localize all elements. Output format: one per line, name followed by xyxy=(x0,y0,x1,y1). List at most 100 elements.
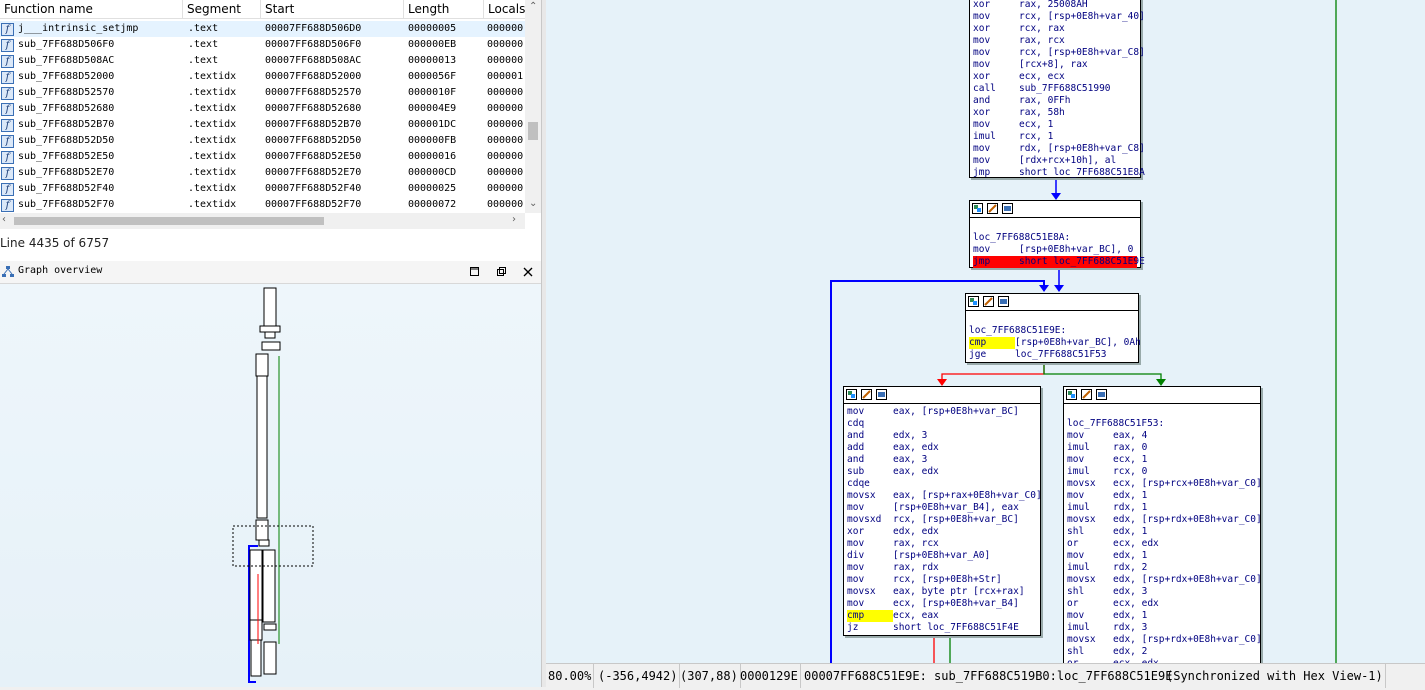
mnemonic[interactable]: imul xyxy=(1067,502,1113,514)
mnemonic[interactable]: movsx xyxy=(1067,514,1113,526)
instruction-line[interactable]: mov ecx, [rsp+0E8h+var_B4] xyxy=(847,598,1037,610)
instruction-line[interactable]: mov rcx, [rsp+0E8h+Str] xyxy=(847,574,1037,586)
block-color-icon[interactable] xyxy=(846,389,857,400)
mnemonic[interactable]: or xyxy=(1067,538,1113,550)
mnemonic[interactable]: xor xyxy=(973,107,1019,119)
mnemonic[interactable]: imul xyxy=(1067,466,1113,478)
operand[interactable]: short loc_7FF688C51F4E xyxy=(893,622,1019,633)
operand[interactable]: [rsp+0E8h+var_B4], eax xyxy=(893,502,1019,513)
instruction-line[interactable]: movsx eax, [rsp+rax+0E8h+var_C0] xyxy=(847,490,1042,502)
mnemonic[interactable]: mov xyxy=(1067,610,1113,622)
operand[interactable]: ecx, edx xyxy=(1113,538,1159,549)
mnemonic[interactable]: cdqe xyxy=(847,478,893,490)
operand[interactable]: [rsp+0E8h+var_A0] xyxy=(893,550,990,561)
operand[interactable]: rcx, rax xyxy=(1019,23,1065,34)
operand[interactable]: rdx, 3 xyxy=(1113,622,1147,633)
mnemonic[interactable]: jge xyxy=(969,349,1015,361)
instruction-line[interactable]: imul rax, 0 xyxy=(1067,442,1257,454)
operand[interactable]: rcx, 1 xyxy=(1019,131,1053,142)
instruction-line[interactable]: mov edx, 1 xyxy=(1067,550,1257,562)
operand[interactable]: [rsp+0E8h+var_BC], 0 xyxy=(1019,244,1133,255)
operand[interactable]: rax, rcx xyxy=(893,538,939,549)
block-rename-icon[interactable] xyxy=(861,389,872,400)
mnemonic[interactable]: movsx xyxy=(1067,574,1113,586)
instruction-line[interactable]: mov rax, rcx xyxy=(847,538,1037,550)
instruction-line[interactable]: orecx, edx xyxy=(1067,538,1257,550)
mnemonic[interactable]: sub xyxy=(847,466,893,478)
operand[interactable]: rcx, [rsp+0E8h+var_C8] xyxy=(1019,47,1145,58)
instruction-line[interactable]: xor rcx, rax xyxy=(973,23,1137,35)
instruction-line[interactable]: movsx edx, [rsp+rdx+0E8h+var_C0] xyxy=(1067,634,1262,646)
table-row[interactable]: f sub_7FF688D52E50 .textidx 00007FF688D52E5… xyxy=(0,149,525,165)
mnemonic[interactable]: jmp xyxy=(973,256,1019,268)
operand[interactable]: rax, 0 xyxy=(1113,442,1147,453)
mnemonic[interactable]: or xyxy=(1067,598,1113,610)
operand[interactable]: rax, rcx xyxy=(1019,35,1065,46)
mnemonic[interactable]: cmp xyxy=(969,337,1015,349)
mnemonic[interactable]: imul xyxy=(1067,442,1113,454)
mnemonic[interactable]: div xyxy=(847,550,893,562)
operand[interactable]: edx, 1 xyxy=(1113,490,1147,501)
close-icon[interactable] xyxy=(523,267,533,277)
operand[interactable]: edx, 2 xyxy=(1113,646,1147,657)
operand[interactable]: eax, byte ptr [rcx+rax] xyxy=(893,586,1025,597)
operand[interactable]: edx, [rsp+rdx+0E8h+var_C0] xyxy=(1113,634,1262,645)
operand[interactable]: ecx, [rsp+0E8h+var_B4] xyxy=(893,598,1019,609)
mnemonic[interactable]: mov xyxy=(847,538,893,550)
mnemonic[interactable]: shl xyxy=(1067,526,1113,538)
operand[interactable]: edx, [rsp+rdx+0E8h+var_C0] xyxy=(1113,514,1262,525)
functions-table[interactable]: Function name Segment Start Length Local… xyxy=(0,0,541,232)
mnemonic[interactable]: imul xyxy=(1067,562,1113,574)
mnemonic[interactable]: mov xyxy=(973,244,1019,256)
operand[interactable]: [rcx+8], rax xyxy=(1019,59,1088,70)
instruction-line[interactable]: and rax, 0FFh xyxy=(973,95,1137,107)
mnemonic[interactable]: mov xyxy=(1067,454,1113,466)
block-compare-loop[interactable]: mov eax, [rsp+0E8h+var_BC] cdq and edx, 3 add… xyxy=(843,386,1042,636)
mnemonic[interactable]: mov xyxy=(973,59,1019,71)
operand[interactable]: edx, 3 xyxy=(1113,586,1147,597)
col-start[interactable]: Start xyxy=(261,0,404,18)
instruction-line[interactable]: call sub_7FF688C51990 xyxy=(973,83,1137,95)
mnemonic[interactable]: and xyxy=(847,430,893,442)
operand[interactable]: eax, edx xyxy=(893,442,939,453)
instruction-line[interactable]: xor rax, 58h xyxy=(973,107,1137,119)
instruction-line[interactable]: mov rax, rcx xyxy=(973,35,1137,47)
mnemonic[interactable]: mov xyxy=(1067,550,1113,562)
instruction-line[interactable]: mov eax, 4 xyxy=(1067,430,1257,442)
mnemonic[interactable]: mov xyxy=(847,502,893,514)
instruction-line[interactable]: xor rax, 25008AH xyxy=(973,0,1137,11)
instruction-line[interactable]: jmp short loc_7FF688C51E8A xyxy=(973,167,1145,179)
mnemonic[interactable]: shl xyxy=(1067,646,1113,658)
operand[interactable]: rcx, [rsp+0E8h+Str] xyxy=(893,574,1002,585)
mnemonic[interactable]: movsx xyxy=(847,490,893,502)
mnemonic[interactable]: xor xyxy=(973,71,1019,83)
instruction-line[interactable]: add eax, edx xyxy=(847,442,1037,454)
mnemonic[interactable]: mov xyxy=(973,119,1019,131)
instruction-line[interactable]: mov edx, 1 xyxy=(1067,490,1257,502)
block-loc-f53[interactable]: loc_7FF688C51F53: mov eax, 4 imul rax, 0 mov e… xyxy=(1063,386,1262,663)
mnemonic[interactable]: movsx xyxy=(847,586,893,598)
mnemonic[interactable]: mov xyxy=(973,143,1019,155)
table-horizontal-scrollbar[interactable]: ‹ › xyxy=(0,213,525,229)
mnemonic[interactable]: imul xyxy=(973,131,1019,143)
operand[interactable]: loc_7FF688C51F53 xyxy=(1015,349,1107,360)
instruction-line[interactable]: shl edx, 2 xyxy=(1067,646,1257,658)
instruction-line[interactable]: movsx ecx, [rsp+rcx+0E8h+var_C0] xyxy=(1067,478,1262,490)
instruction-line[interactable]: xor edx, edx xyxy=(847,526,1037,538)
instruction-line[interactable]: div [rsp+0E8h+var_A0] xyxy=(847,550,1037,562)
mnemonic[interactable]: mov xyxy=(1067,430,1113,442)
instruction-line[interactable]: cmp ecx, eax xyxy=(847,610,1037,622)
block-loc-e8a[interactable]: loc_7FF688C51E8A: mov [rsp+0E8h+var_BC], 0… xyxy=(969,200,1145,268)
operand[interactable]: ecx, edx xyxy=(1113,598,1159,609)
instruction-line[interactable]: and edx, 3 xyxy=(847,430,1037,442)
instruction-line[interactable]: jmp short loc_7FF688C51E9E xyxy=(973,256,1145,268)
instruction-line[interactable]: imul rdx, 2 xyxy=(1067,562,1257,574)
mnemonic[interactable]: xor xyxy=(973,0,1019,11)
instruction-line[interactable]: movsx edx, [rsp+rdx+0E8h+var_C0] xyxy=(1067,574,1262,586)
instruction-line[interactable]: mov [rsp+0E8h+var_BC], 0 xyxy=(973,244,1137,256)
mnemonic[interactable]: imul xyxy=(1067,622,1113,634)
mnemonic[interactable]: movsx xyxy=(1067,478,1113,490)
operand[interactable]: [rsp+0E8h+var_BC], 0Ah xyxy=(1015,337,1141,348)
operand[interactable]: [rdx+rcx+10h], al xyxy=(1019,155,1116,166)
block-rename-icon[interactable] xyxy=(983,296,994,307)
